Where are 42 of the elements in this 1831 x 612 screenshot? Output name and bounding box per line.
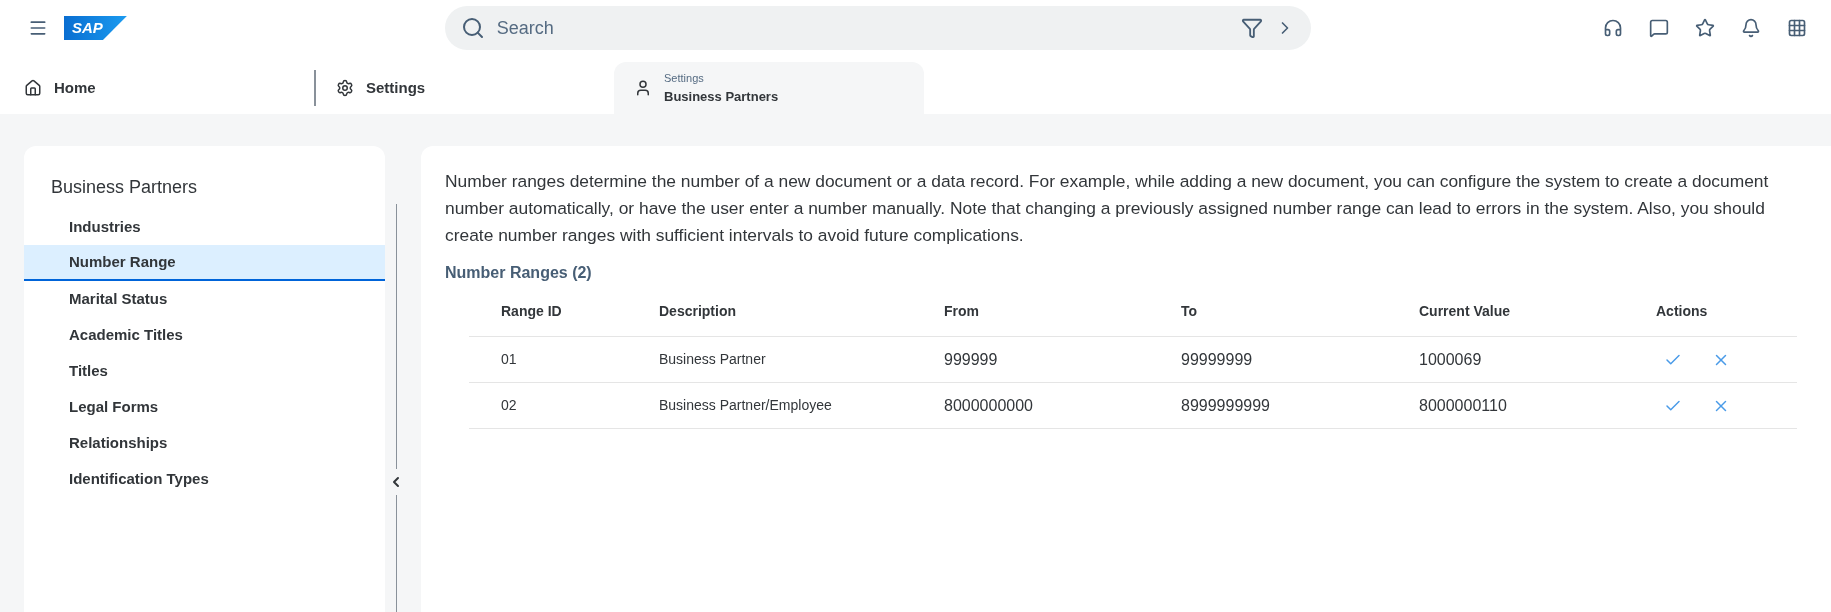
sidebar-item[interactable]: Industries	[24, 209, 385, 245]
app-grid-icon[interactable]	[1787, 18, 1807, 38]
search-icon	[460, 16, 485, 40]
table-cell-text: 8000000110	[1419, 395, 1508, 416]
column-header: Range ID	[500, 302, 563, 321]
column-header: Actions	[1656, 302, 1709, 321]
sidebar-item[interactable]: Titles	[24, 353, 385, 389]
sidebar-item[interactable]: Legal Forms	[24, 389, 385, 425]
column-header: From	[944, 302, 980, 321]
star-icon[interactable]	[1695, 18, 1715, 38]
home-icon	[24, 79, 42, 97]
table-cell-text: Business Partner	[659, 350, 767, 369]
search-input[interactable]: Search	[496, 14, 1229, 42]
chat-icon[interactable]	[1649, 18, 1669, 38]
table-cell-text: 1000069	[1419, 349, 1483, 370]
sidebar-title: Business Partners	[50, 176, 199, 199]
table-cell-text: 02	[500, 396, 518, 415]
person-icon	[634, 79, 652, 97]
headset-icon[interactable]	[1603, 18, 1623, 38]
sidebar-item[interactable]: Number Range	[24, 245, 385, 281]
menu-icon	[28, 18, 48, 38]
gear-icon	[336, 79, 354, 97]
search-field[interactable]: Search	[444, 6, 1311, 50]
sidebar-item[interactable]: Relationships	[24, 425, 385, 461]
sidebar-item[interactable]: Academic Titles	[24, 317, 385, 353]
column-header: Current Value	[1419, 302, 1512, 321]
table-cell-text: 8999999999	[1181, 395, 1271, 416]
logo[interactable]: SAP	[64, 16, 127, 40]
table-cell-text: 8000000000	[944, 395, 1034, 416]
sidebar-item[interactable]: Identification Types	[24, 461, 385, 497]
table-cell-text: Business Partner/Employee	[659, 396, 833, 415]
table-cell-text: 99999999	[1181, 349, 1254, 370]
sidebar-item[interactable]: Marital Status	[24, 281, 385, 317]
tab[interactable]: Settings Business Partners	[614, 62, 924, 114]
bell-icon[interactable]	[1741, 18, 1761, 38]
description-text: Number ranges determine the number of a new document or a data record. For example, while adding a new document, you can configure the system to create a document number automatically, or have the user enter a number manually. Note that changing a previously assigned number range can lead to errors in the system. Also, you should create number ranges with sufficient intervals to avoid future complications.	[445, 170, 1770, 247]
filter-icon[interactable]	[1240, 17, 1263, 39]
table-cell-text: 999999	[944, 349, 999, 370]
table-cell-text: 01	[500, 350, 518, 369]
column-header: Description	[659, 302, 737, 321]
column-header: To	[1181, 302, 1199, 321]
table-title: Number Ranges (2)	[445, 263, 593, 283]
